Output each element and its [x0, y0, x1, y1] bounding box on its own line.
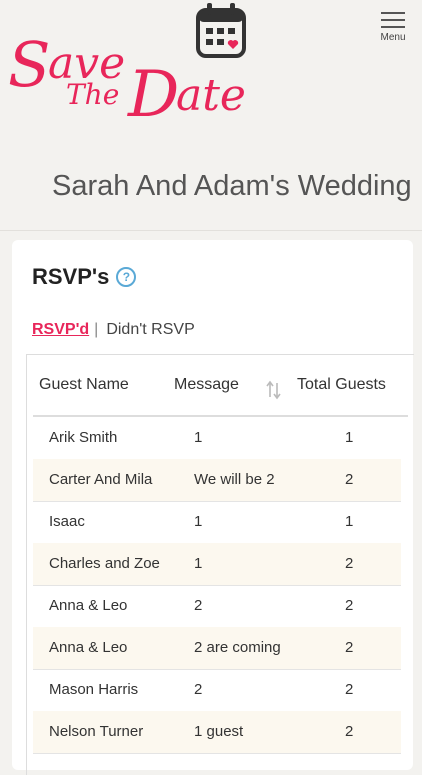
message-cell: 2 are coming [194, 639, 281, 656]
svg-text:S: S [8, 28, 50, 101]
rsvp-table: Guest Name Message Total Guests Arik Smi… [26, 354, 414, 775]
message-cell: 2 [194, 597, 203, 614]
column-header-total-guests[interactable]: Total Guests [297, 376, 386, 394]
hamburger-icon [381, 12, 405, 14]
total-guests-cell: 2 [345, 555, 354, 572]
total-guests-cell: 2 [345, 681, 354, 698]
svg-text:ate: ate [176, 70, 246, 121]
total-guests-cell: 2 [345, 597, 354, 614]
calendar-heart-icon [196, 3, 246, 58]
guest-name-cell: Isaac [49, 513, 85, 530]
guest-name-cell: Charles and Zoe [49, 555, 160, 572]
rsvp-tabs: RSVP'd | Didn't RSVP [32, 321, 195, 339]
total-guests-cell: 1 [345, 429, 354, 446]
message-cell: 2 [194, 681, 203, 698]
svg-text:The: The [66, 78, 119, 111]
message-cell: 1 [194, 429, 203, 446]
menu-button[interactable]: Menu [378, 10, 408, 48]
guest-name-cell: Carter And Mila [49, 471, 153, 488]
table-row[interactable]: Isaac 1 1 [33, 501, 401, 544]
sort-icon[interactable] [266, 379, 282, 401]
guest-name-cell: Nelson Turner [49, 723, 144, 740]
guest-name-cell: Anna & Leo [49, 639, 128, 656]
total-guests-cell: 2 [345, 639, 354, 656]
total-guests-cell: 2 [345, 723, 354, 740]
tab-didnt-rsvp[interactable]: Didn't RSVP [106, 321, 194, 339]
rsvp-card: RSVP's ? RSVP'd | Didn't RSVP Guest Name… [12, 240, 414, 775]
message-cell: 1 [194, 513, 203, 530]
table-header: Guest Name Message Total Guests [33, 355, 408, 417]
column-header-message[interactable]: Message [174, 376, 239, 394]
svg-text:D: D [127, 58, 179, 132]
total-guests-cell: 2 [345, 471, 354, 488]
guest-name-cell: Arik Smith [49, 429, 118, 446]
message-cell: We will be 2 [194, 471, 275, 488]
tab-separator: | [94, 321, 99, 338]
table-row[interactable]: Nelson Turner 1 guest 2 [33, 711, 401, 754]
total-guests-cell: 1 [345, 513, 354, 530]
table-row[interactable]: Anna & Leo 2 are coming 2 [33, 627, 401, 670]
header-divider [0, 230, 422, 231]
rsvp-heading: RSVP's ? [32, 264, 137, 290]
table-row[interactable]: Mason Harris 2 2 [33, 669, 401, 712]
guest-name-cell: Mason Harris [49, 681, 139, 698]
save-the-date-logo: S ave The D ate [8, 3, 246, 132]
table-row[interactable]: Anna & Leo 2 2 [33, 585, 401, 628]
message-cell: 1 [194, 555, 203, 572]
table-row[interactable]: Arik Smith 1 1 [33, 417, 401, 460]
wedding-title: Sarah And Adam's Wedding [52, 170, 412, 202]
table-row[interactable]: Carter And Mila We will be 2 2 [33, 459, 401, 502]
menu-label: Menu [380, 32, 406, 43]
table-row[interactable]: Charles and Zoe 1 2 [33, 543, 401, 586]
question-circle-icon[interactable]: ? [116, 267, 137, 287]
guest-name-cell: Anna & Leo [49, 597, 128, 614]
app-header: S ave The D ate Menu Sarah And Adam's We… [0, 0, 422, 232]
column-header-guest-name[interactable]: Guest Name [39, 376, 129, 394]
rsvp-title: RSVP's [32, 264, 110, 289]
message-cell: 1 guest [194, 723, 244, 740]
tab-rsvpd[interactable]: RSVP'd [32, 321, 89, 339]
